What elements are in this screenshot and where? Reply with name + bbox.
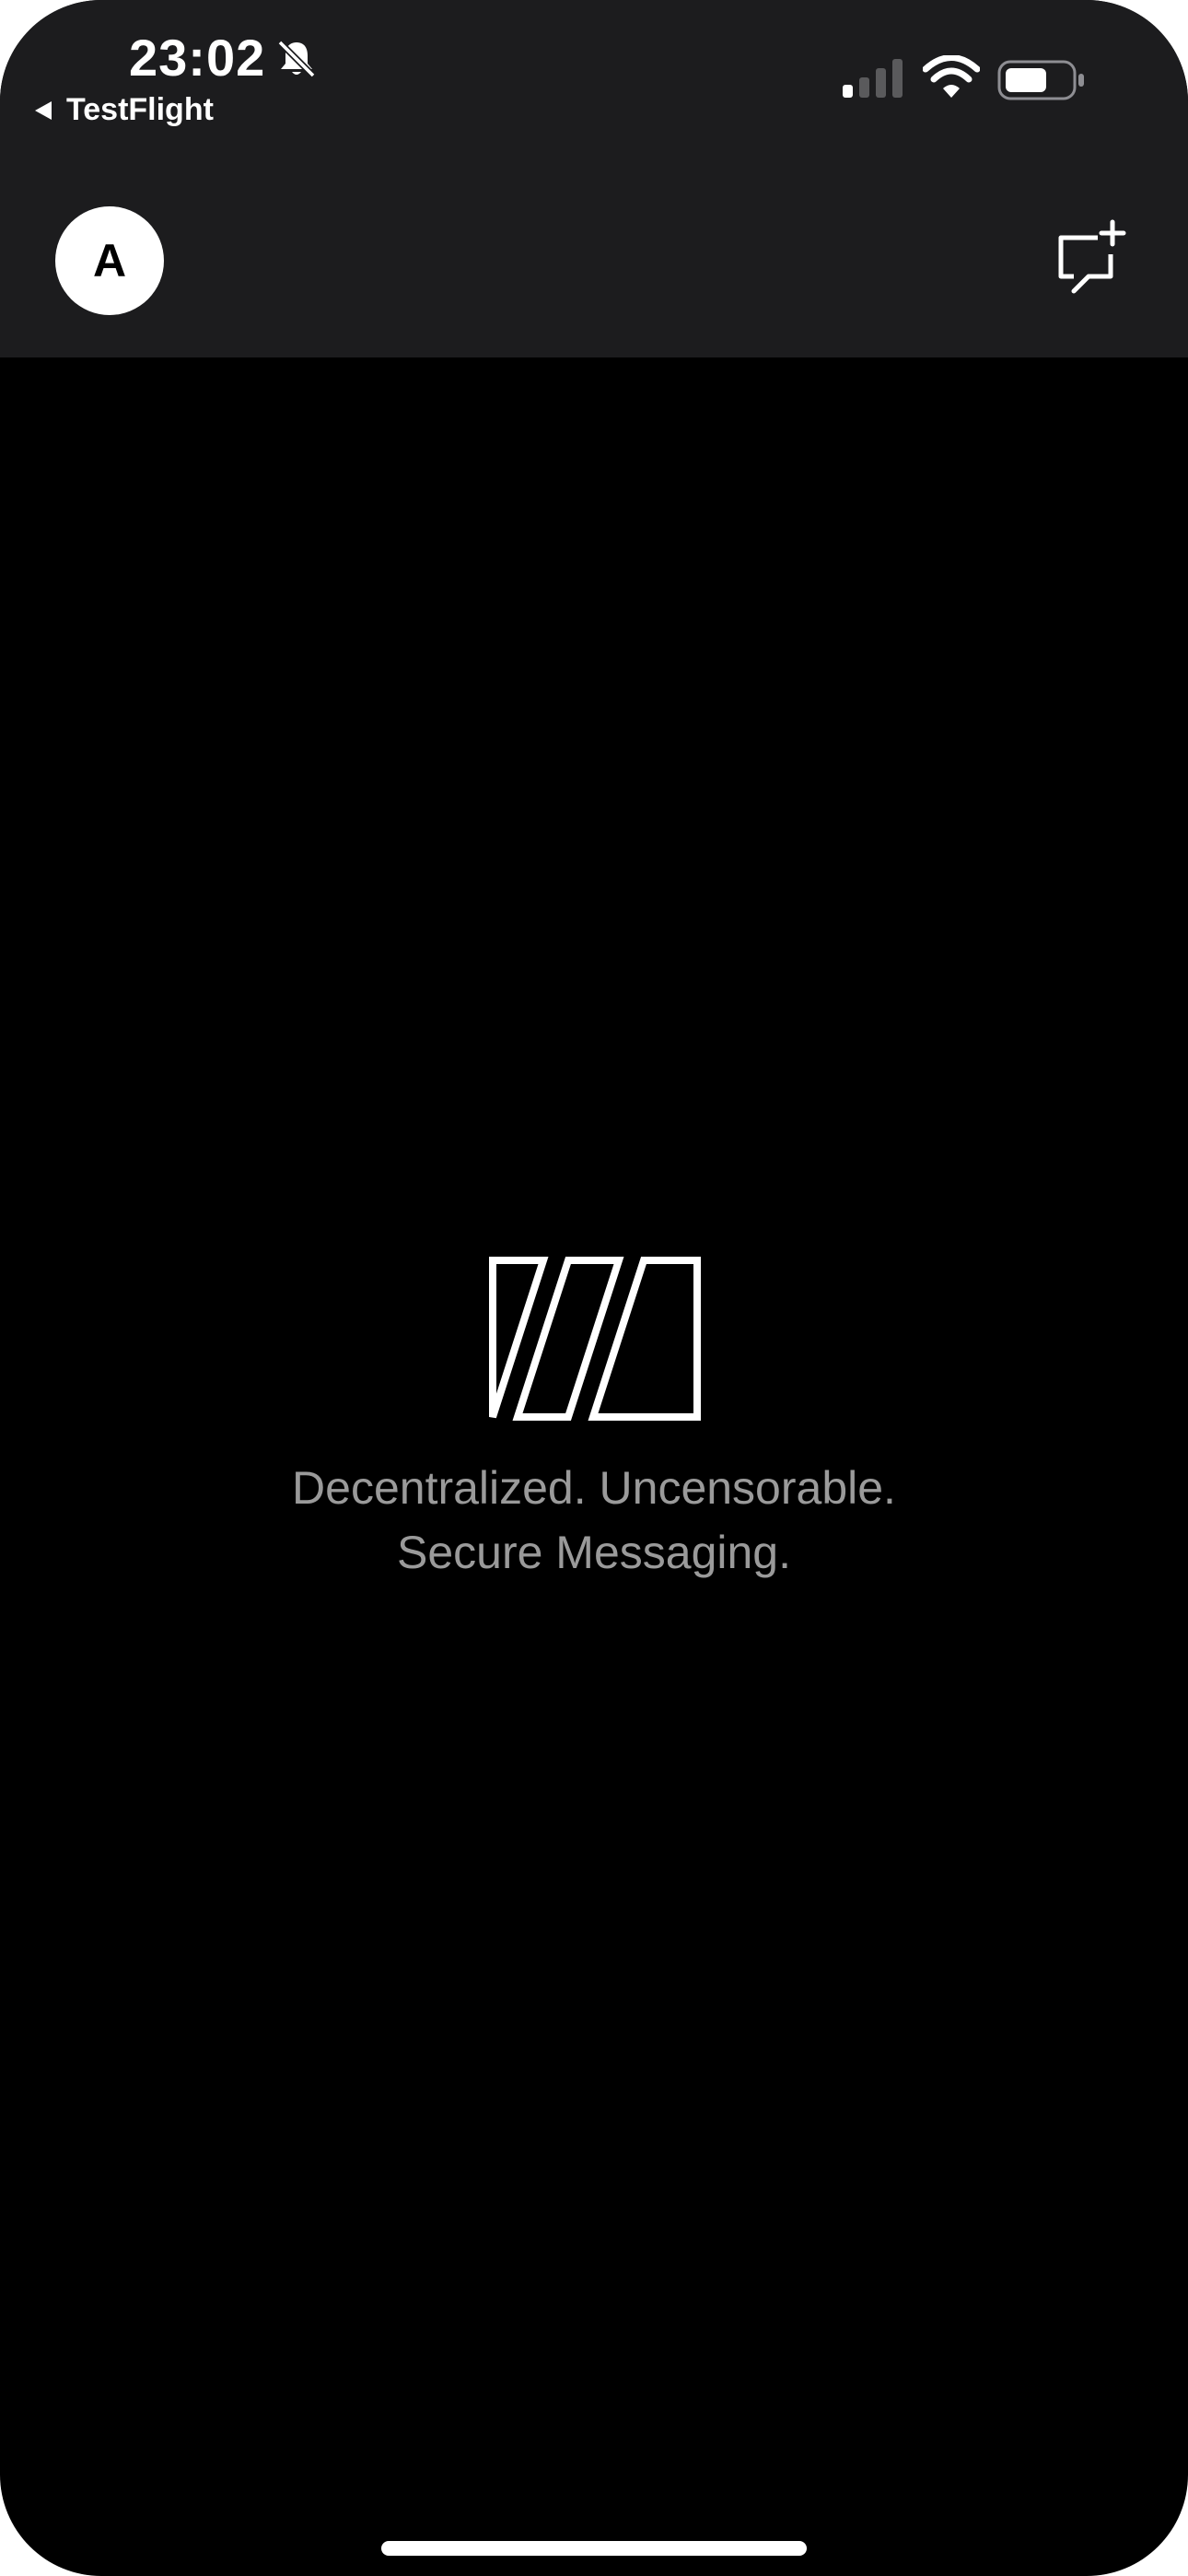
tagline: Decentralized. Uncensorable. Secure Mess… [0, 1456, 1188, 1585]
wifi-icon [923, 55, 980, 98]
tagline-line-1: Decentralized. Uncensorable. [292, 1462, 896, 1514]
app-screen: 23:02 TestFlight A Decentralized. Uncens… [0, 0, 1188, 2576]
new-chat-button[interactable] [1050, 219, 1133, 302]
bell-slash-icon [277, 40, 316, 78]
new-chat-icon [1058, 219, 1126, 294]
app-logo-icon [489, 1257, 701, 1421]
status-time: 23:02 [129, 29, 266, 87]
profile-avatar[interactable]: A [55, 206, 164, 315]
top-bar: 23:02 TestFlight A [0, 0, 1188, 357]
signal-icon [843, 59, 903, 98]
back-link-label: TestFlight [66, 92, 214, 127]
home-indicator[interactable] [381, 2541, 807, 2556]
battery-icon [997, 60, 1084, 100]
back-to-testflight-link[interactable]: TestFlight [33, 92, 214, 128]
back-triangle-icon [35, 100, 52, 120]
tagline-line-2: Secure Messaging. [396, 1527, 791, 1578]
